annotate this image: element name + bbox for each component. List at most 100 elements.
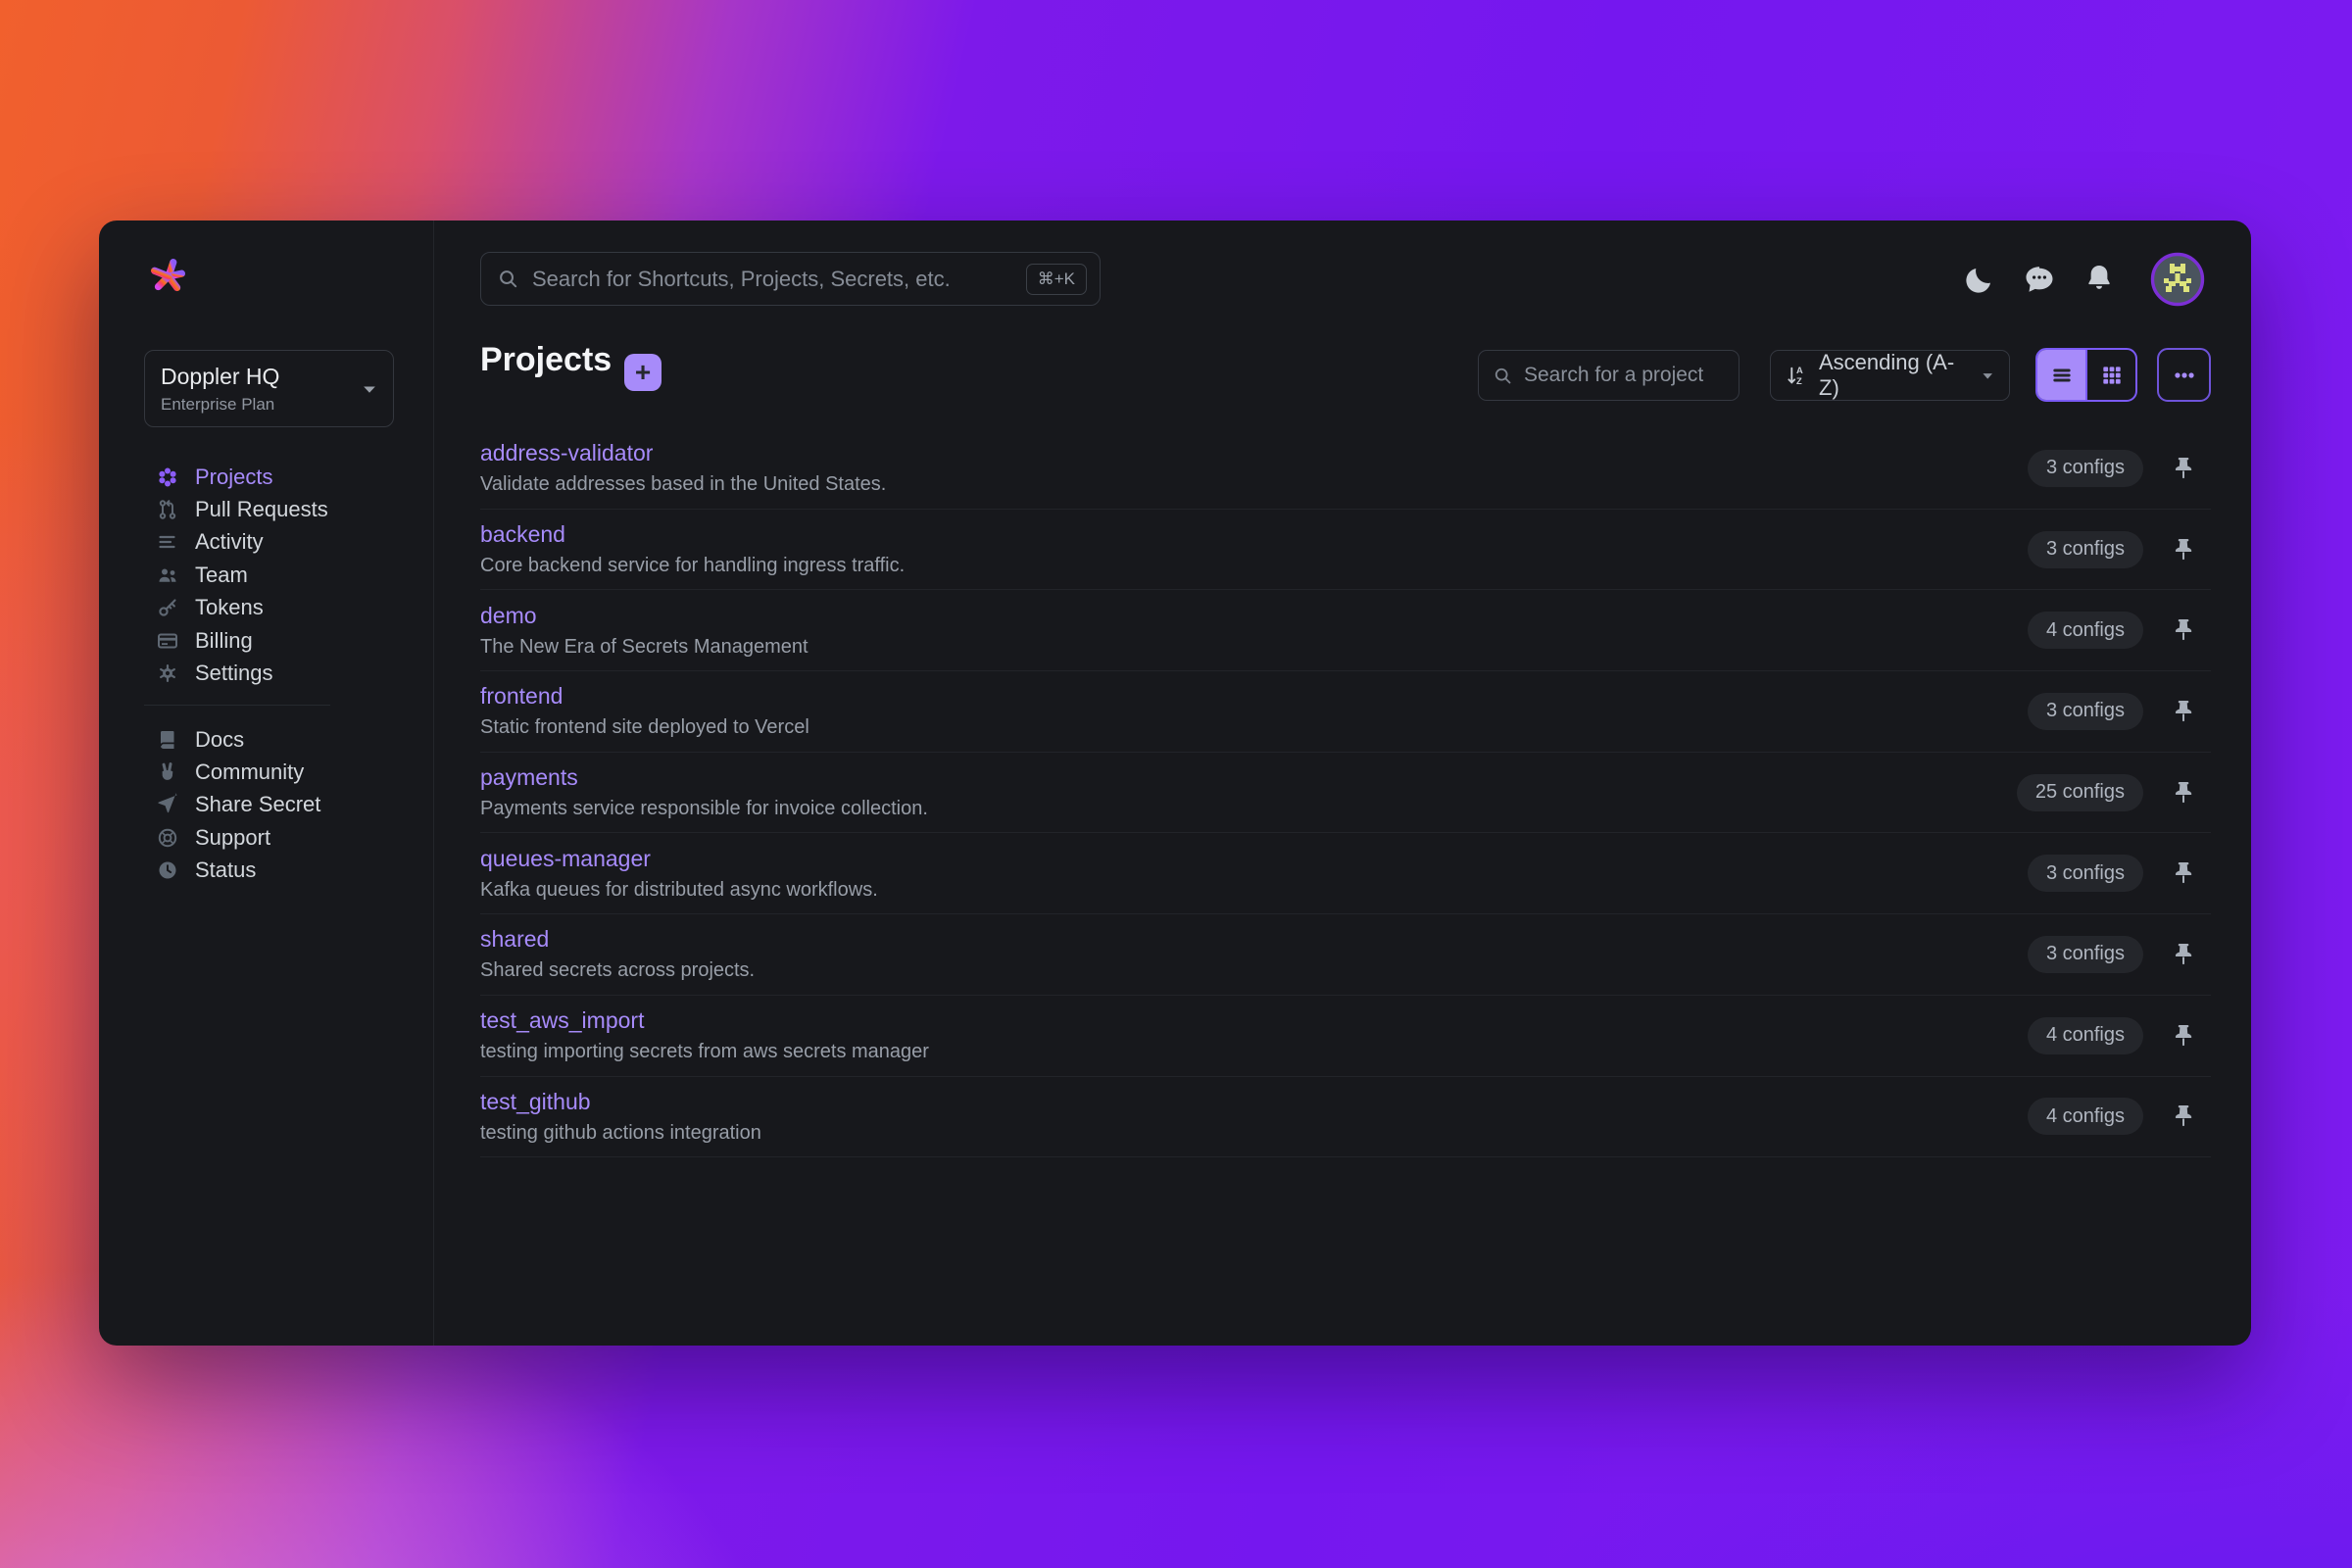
sidebar-secondary-nav: Docs Community Share Secret Support Stat… xyxy=(99,723,433,887)
project-row[interactable]: shared Shared secrets across projects. 3… xyxy=(480,914,2211,996)
chevron-down-icon xyxy=(1980,368,1995,384)
peace-hand-icon xyxy=(156,760,179,784)
pin-icon[interactable] xyxy=(2169,1021,2198,1051)
project-description: Validate addresses based in the United S… xyxy=(480,473,886,496)
more-options-button[interactable] xyxy=(2157,348,2211,402)
flower-icon xyxy=(156,466,179,489)
project-row[interactable]: payments Payments service responsible fo… xyxy=(480,753,2211,834)
project-row[interactable]: demo The New Era of Secrets Management 4… xyxy=(480,590,2211,671)
notifications-bell-icon[interactable] xyxy=(2082,262,2116,295)
search-icon xyxy=(497,268,519,290)
sidebar-item-projects[interactable]: Projects xyxy=(99,461,433,493)
sidebar-item-activity[interactable]: Activity xyxy=(99,526,433,559)
sidebar-item-billing[interactable]: Billing xyxy=(99,624,433,657)
sidebar-divider xyxy=(433,220,434,1346)
clock-icon xyxy=(156,858,179,882)
pin-icon[interactable] xyxy=(2169,940,2198,969)
project-name-link[interactable]: demo xyxy=(480,603,808,629)
project-row[interactable]: frontend Static frontend site deployed t… xyxy=(480,671,2211,753)
pin-icon[interactable] xyxy=(2169,858,2198,888)
sidebar-item-label: Projects xyxy=(195,465,272,490)
sidebar-item-tokens[interactable]: Tokens xyxy=(99,592,433,624)
project-name-link[interactable]: backend xyxy=(480,521,905,548)
sidebar-item-label: Settings xyxy=(195,661,273,686)
sidebar-primary-nav: Projects Pull Requests Activity Team Tok… xyxy=(99,461,433,690)
project-description: testing github actions integration xyxy=(480,1122,761,1145)
gear-icon xyxy=(156,662,179,685)
sidebar-item-team[interactable]: Team xyxy=(99,559,433,591)
project-description: Static frontend site deployed to Vercel xyxy=(480,716,809,739)
key-icon xyxy=(156,596,179,619)
activity-lines-icon xyxy=(156,530,179,554)
project-name-link[interactable]: test_github xyxy=(480,1089,761,1115)
sidebar-item-settings[interactable]: Settings xyxy=(99,657,433,689)
configs-badge: 4 configs xyxy=(2028,1017,2143,1054)
sidebar-item-docs[interactable]: Docs xyxy=(99,723,433,756)
project-name-link[interactable]: payments xyxy=(480,764,928,791)
chevron-down-icon xyxy=(360,379,379,399)
project-search[interactable] xyxy=(1478,350,1740,401)
project-description: Shared secrets across projects. xyxy=(480,959,755,982)
sidebar-item-label: Share Secret xyxy=(195,792,320,817)
configs-badge: 3 configs xyxy=(2028,693,2143,730)
global-search-input[interactable] xyxy=(532,267,1013,292)
workspace-selector[interactable]: Doppler HQ Enterprise Plan xyxy=(144,350,394,427)
sidebar-item-label: Community xyxy=(195,760,304,785)
pin-icon[interactable] xyxy=(2169,778,2198,808)
project-name-link[interactable]: frontend xyxy=(480,683,809,710)
project-name-link[interactable]: address-validator xyxy=(480,440,886,466)
pin-icon[interactable] xyxy=(2169,615,2198,645)
desktop-background: Doppler HQ Enterprise Plan Projects Pull… xyxy=(0,0,2352,1568)
project-name-link[interactable]: test_aws_import xyxy=(480,1007,929,1034)
project-row[interactable]: backend Core backend service for handlin… xyxy=(480,510,2211,591)
grid-view-button[interactable] xyxy=(2087,350,2135,400)
keyboard-shortcut-badge: ⌘+K xyxy=(1026,264,1087,295)
project-row[interactable]: queues-manager Kafka queues for distribu… xyxy=(480,833,2211,914)
configs-badge: 3 configs xyxy=(2028,450,2143,487)
add-project-button[interactable]: + xyxy=(624,354,662,391)
project-description: testing importing secrets from aws secre… xyxy=(480,1041,929,1063)
dark-mode-toggle-moon-icon[interactable] xyxy=(1963,263,1996,296)
sidebar-item-label: Tokens xyxy=(195,595,264,620)
project-name-link[interactable]: queues-manager xyxy=(480,846,878,872)
paper-plane-icon xyxy=(156,793,179,816)
pin-icon[interactable] xyxy=(2169,697,2198,726)
team-icon xyxy=(156,564,179,587)
list-view-button[interactable] xyxy=(2037,350,2087,400)
sidebar-item-label: Billing xyxy=(195,628,253,654)
sidebar-item-label: Team xyxy=(195,563,248,588)
sidebar-item-support[interactable]: Support xyxy=(99,821,433,854)
pin-icon[interactable] xyxy=(2169,1102,2198,1131)
sort-ascending-icon: AZ xyxy=(1785,364,1809,388)
project-row[interactable]: test_github testing github actions integ… xyxy=(480,1077,2211,1158)
feedback-chat-icon[interactable] xyxy=(2022,262,2057,297)
configs-badge: 25 configs xyxy=(2017,774,2143,811)
configs-badge: 3 configs xyxy=(2028,936,2143,973)
project-row[interactable]: test_aws_import testing importing secret… xyxy=(480,996,2211,1077)
project-description: Core backend service for handling ingres… xyxy=(480,555,905,577)
project-description: Payments service responsible for invoice… xyxy=(480,798,928,820)
sort-dropdown[interactable]: AZ Ascending (A-Z) xyxy=(1770,350,2010,401)
sidebar-item-community[interactable]: Community xyxy=(99,756,433,788)
sidebar-item-label: Docs xyxy=(195,727,244,753)
sidebar-item-share-secret[interactable]: Share Secret xyxy=(99,789,433,821)
doppler-logo-icon[interactable] xyxy=(146,254,191,299)
sidebar-item-pull-requests[interactable]: Pull Requests xyxy=(99,493,433,525)
sidebar-item-status[interactable]: Status xyxy=(99,855,433,887)
project-search-input[interactable] xyxy=(1524,364,1725,387)
view-mode-toggle xyxy=(2035,348,2137,402)
project-list: address-validator Validate addresses bas… xyxy=(480,428,2211,1157)
configs-badge: 4 configs xyxy=(2028,612,2143,649)
sidebar-item-label: Status xyxy=(195,858,256,883)
project-row[interactable]: address-validator Validate addresses bas… xyxy=(480,428,2211,510)
pull-request-icon xyxy=(156,498,179,521)
pin-icon[interactable] xyxy=(2169,535,2198,564)
workspace-plan: Enterprise Plan xyxy=(161,395,377,415)
app-window: Doppler HQ Enterprise Plan Projects Pull… xyxy=(99,220,2251,1346)
sidebar-item-label: Pull Requests xyxy=(195,497,328,522)
global-search[interactable]: ⌘+K xyxy=(480,252,1101,306)
project-name-link[interactable]: shared xyxy=(480,926,755,953)
user-avatar[interactable] xyxy=(2150,252,2205,307)
grid-view-icon xyxy=(2099,363,2125,388)
pin-icon[interactable] xyxy=(2169,454,2198,483)
